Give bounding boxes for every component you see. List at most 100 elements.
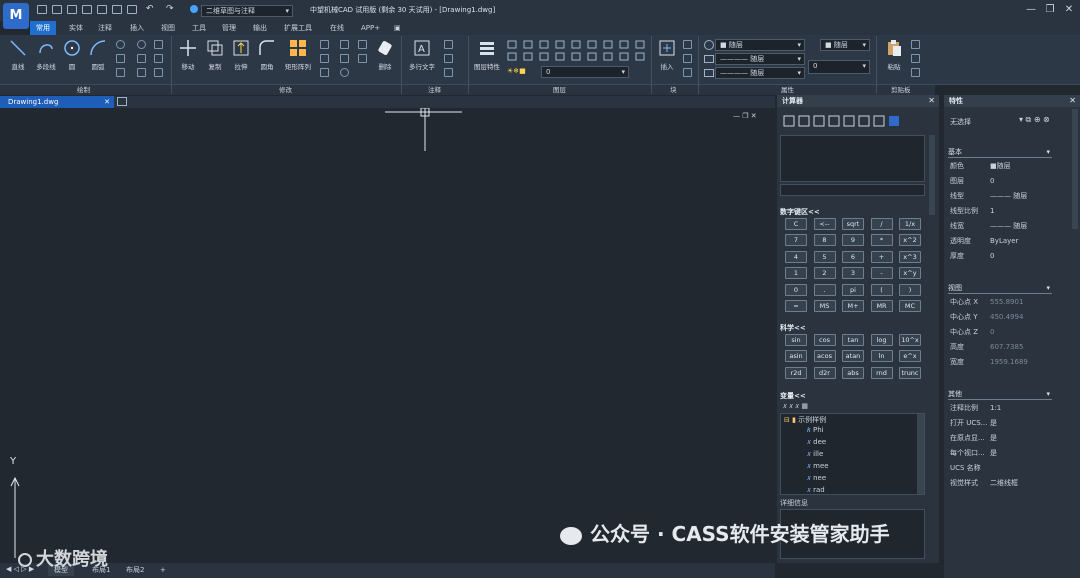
view-section-header[interactable]: 视图 [948, 282, 1052, 294]
block-attribute-icon[interactable] [683, 68, 692, 77]
basic-row[interactable]: 线型 ——— 随层 [944, 189, 1074, 204]
point-icon[interactable] [154, 54, 163, 63]
ribbon-toggle-icon[interactable]: ▣ [388, 21, 407, 35]
misc-row[interactable]: 每个视口... 是 [944, 446, 1074, 461]
numpad-key[interactable]: pi [842, 283, 864, 296]
tab-online[interactable]: 在线 [324, 21, 350, 35]
leader-icon[interactable] [444, 54, 453, 63]
var-item[interactable]: 𝑥 rad [807, 486, 825, 495]
scientific-key[interactable]: trunc [899, 366, 921, 379]
dimension-icon[interactable] [444, 40, 453, 49]
ellipse-icon[interactable] [116, 40, 125, 49]
numpad-key[interactable]: x^3 [899, 250, 921, 263]
tab-manage[interactable]: 管理 [216, 21, 242, 35]
scientific-key[interactable]: ln [870, 350, 893, 363]
view-row[interactable]: 中心点 Y 450.4994 [944, 310, 1074, 325]
plot-icon[interactable] [112, 5, 122, 14]
properties-close-icon[interactable]: ✕ [1069, 95, 1076, 107]
layer-prop-combo[interactable]: ■ 随层 [820, 39, 870, 51]
basic-row[interactable]: 线型比例 1 [944, 204, 1074, 219]
trim-icon[interactable] [340, 40, 349, 49]
numpad-key[interactable]: <-- [813, 218, 836, 230]
numpad-key[interactable]: 6 [842, 250, 864, 263]
misc-row[interactable]: 在原点显... 是 [944, 431, 1074, 446]
viewport-controls-icon[interactable]: — ❐ ✕ [733, 112, 757, 120]
view-row[interactable]: 中心点 Z 0 [944, 325, 1074, 340]
restore-icon[interactable]: ❐ [1043, 3, 1057, 17]
extend-icon[interactable] [340, 54, 349, 63]
arc-button[interactable]: 圆弧 [86, 39, 110, 71]
numpad-key[interactable]: sqrt [842, 218, 864, 230]
scientific-section-title[interactable]: 科学<< [780, 323, 806, 333]
fillet-button[interactable]: 圆角 [256, 39, 278, 71]
numpad-key[interactable]: MR [870, 300, 893, 312]
numpad-key[interactable]: - [870, 267, 893, 280]
variables-scrollbar[interactable] [917, 414, 924, 494]
scientific-key[interactable]: atan [842, 350, 864, 363]
match-prop-icon[interactable] [704, 40, 714, 50]
numpad-key[interactable]: * [870, 234, 893, 247]
misc-row[interactable]: 注释比例 1:1 [944, 401, 1074, 416]
table-icon[interactable] [154, 68, 163, 77]
offset-icon[interactable] [340, 68, 349, 77]
move-button[interactable]: 移动 [176, 39, 200, 71]
misc-row[interactable]: 打开 UCS... 是 [944, 416, 1074, 431]
layer-state-icons-row[interactable]: ☀❄■ [507, 67, 537, 77]
table-insert-icon[interactable] [444, 68, 453, 77]
layer-properties-button[interactable]: 图层特性 [472, 39, 502, 71]
basic-row[interactable]: 线宽 ——— 随层 [944, 219, 1074, 234]
stretch-button[interactable]: 拉伸 [229, 39, 253, 71]
layer-combo[interactable]: 0 [541, 66, 629, 78]
spline-icon[interactable] [137, 40, 146, 49]
numpad-key[interactable]: 9 [842, 234, 864, 247]
tab-drawing1[interactable]: Drawing1.dwg ✕ [0, 96, 114, 108]
numpad-key[interactable]: MC [899, 300, 921, 312]
publish-icon[interactable] [127, 5, 137, 14]
tab-extend-tools[interactable]: 扩展工具 [278, 21, 318, 35]
numpad-key[interactable]: / [870, 218, 893, 230]
layer-state-icons[interactable] [506, 40, 646, 62]
properties-scrollbar[interactable] [1072, 109, 1078, 229]
numpad-key[interactable]: = [785, 300, 807, 312]
basic-row[interactable]: 厚度 0 [944, 249, 1074, 264]
numpad-key[interactable]: x^2 [899, 234, 921, 247]
tab-annotate[interactable]: 注释 [92, 21, 118, 35]
rotate-icon[interactable] [320, 40, 329, 49]
variable-tool-icons[interactable]: 𝑥 𝑥 𝑥 ▦ [783, 402, 843, 412]
tab-view[interactable]: 视图 [155, 21, 181, 35]
edit-block-icon[interactable] [683, 54, 692, 63]
view-row[interactable]: 宽度 1959.1689 [944, 355, 1074, 370]
tab-home[interactable]: 常用 [30, 21, 56, 35]
numpad-key[interactable]: 7 [785, 234, 807, 247]
tab-layout2[interactable]: 布局2 [120, 565, 150, 576]
var-item[interactable]: 𝑥 nee [807, 474, 826, 483]
polygon-icon[interactable] [116, 68, 125, 77]
numpad-key[interactable]: 1/x [899, 218, 921, 230]
variables-tree[interactable]: ⊟ ▮ 示例样例 𝑘 Phi 𝑥 dee 𝑥 ille 𝑥 mee 𝑥 nee … [780, 413, 925, 495]
minimize-icon[interactable]: — [1024, 3, 1038, 17]
add-layout-button[interactable]: + [154, 565, 172, 576]
numpad-key[interactable]: x^y [899, 267, 921, 280]
numpad-key[interactable]: + [870, 250, 893, 263]
mtext-button[interactable]: A 多行文字 [405, 39, 439, 71]
numpad-key[interactable]: M+ [842, 300, 864, 312]
scientific-key[interactable]: asin [785, 350, 807, 363]
color-combo[interactable]: ■ 随层 [715, 39, 805, 51]
new-tab-icon[interactable] [117, 97, 127, 106]
scientific-key[interactable]: sin [785, 334, 807, 346]
basic-row[interactable]: 图层 0 [944, 174, 1074, 189]
numpad-key[interactable]: 4 [785, 250, 807, 263]
scientific-key[interactable]: log [870, 334, 893, 346]
drawing-canvas[interactable]: Y — ❐ ✕ [0, 107, 775, 563]
basic-row[interactable]: 透明度 ByLayer [944, 234, 1074, 249]
basic-row[interactable]: 颜色 ■随层 [944, 159, 1074, 174]
var-item[interactable]: 𝑥 mee [807, 462, 829, 471]
linetype-combo[interactable]: ———— 随层 [715, 53, 805, 65]
hatch-icon[interactable] [137, 54, 146, 63]
scientific-key[interactable]: tan [842, 334, 864, 346]
open-icon[interactable] [52, 5, 62, 14]
scientific-key[interactable]: d2r [813, 366, 836, 379]
numpad-key[interactable]: 3 [842, 267, 864, 280]
numpad-key[interactable]: 1 [785, 267, 807, 280]
match-icon[interactable] [911, 68, 920, 77]
